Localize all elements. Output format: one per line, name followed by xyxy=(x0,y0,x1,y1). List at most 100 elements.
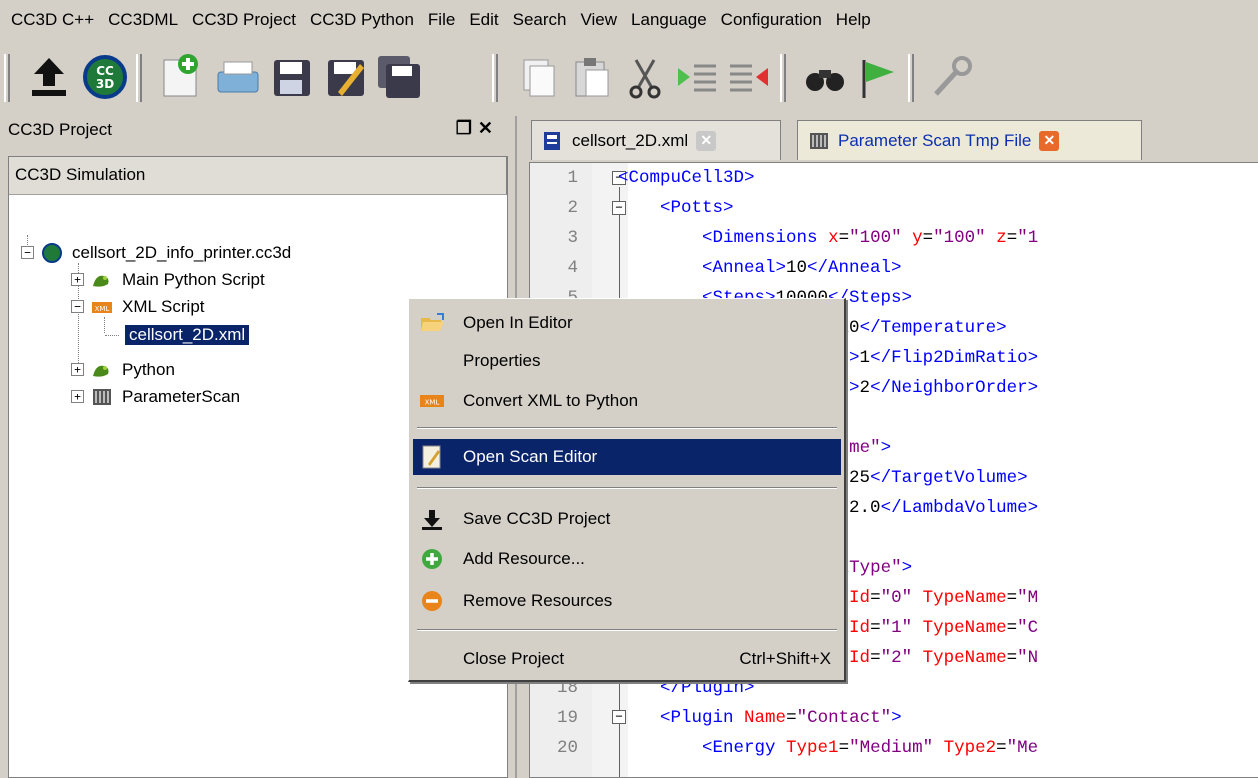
menu-item-label: Open In Editor xyxy=(463,313,573,332)
menu-item-add-resource[interactable]: Add Resource... xyxy=(413,541,841,577)
tree-root[interactable]: − cellsort_2D_info_printer.cc3d xyxy=(21,239,291,266)
tab-label: cellsort_2D.xml xyxy=(572,130,689,150)
toolbar-separator xyxy=(4,54,10,102)
menu-edit[interactable]: Edit xyxy=(464,0,507,40)
panel-float-close-icon[interactable]: ❐✕ xyxy=(456,118,499,139)
cc3d-file-icon xyxy=(42,242,62,263)
save-as-icon[interactable] xyxy=(320,52,370,102)
save-icon[interactable] xyxy=(266,52,316,102)
code-line: 2 <Potts> xyxy=(567,198,734,218)
menu-item-label: Add Resource... xyxy=(463,549,585,568)
menu-item-label: Remove Resources xyxy=(463,591,613,610)
cut-icon[interactable] xyxy=(620,52,670,102)
toolbar-separator xyxy=(136,54,142,102)
remove-icon xyxy=(419,589,445,613)
new-file-icon[interactable] xyxy=(156,52,206,102)
xml-icon: XML xyxy=(92,301,112,313)
expand-icon[interactable]: + xyxy=(71,390,84,403)
toolbar-separator xyxy=(908,54,914,102)
code-line: 20 <Energy Type1="Medium" Type2="Me xyxy=(556,738,1039,758)
flag-icon[interactable] xyxy=(852,52,902,102)
close-icon[interactable]: ✕ xyxy=(1039,130,1060,151)
menu-item-label: Open Scan Editor xyxy=(463,447,598,466)
xml-icon: XML xyxy=(419,389,445,413)
print-icon[interactable] xyxy=(212,52,262,102)
close-icon[interactable]: ✕ xyxy=(696,130,717,151)
python-icon xyxy=(93,275,109,287)
code-line: 3 <Dimensions x="100" y="100" z="1 xyxy=(567,228,1039,248)
menu-item-open-in-editor[interactable]: Open In Editor xyxy=(413,305,841,341)
menu-item-convert-xml[interactable]: XML Convert XML to Python xyxy=(413,383,841,419)
menu-item-open-scan-editor[interactable]: Open Scan Editor xyxy=(413,439,841,475)
svg-text:CC: CC xyxy=(96,64,114,78)
folder-open-icon xyxy=(419,311,445,335)
editor-tabs: cellsort_2D.xml ✕ Parameter Scan Tmp Fil… xyxy=(517,116,1258,160)
binoculars-icon[interactable] xyxy=(800,52,850,102)
upload-icon[interactable] xyxy=(24,52,74,102)
tree-item-label: Python xyxy=(122,359,175,379)
menu-help[interactable]: Help xyxy=(831,0,880,40)
menu-item-label: Convert XML to Python xyxy=(463,391,639,410)
svg-text:3D: 3D xyxy=(96,77,114,91)
expand-icon[interactable]: + xyxy=(71,363,84,376)
tree-header[interactable]: CC3D Simulation xyxy=(9,157,507,195)
save-all-icon[interactable] xyxy=(374,52,424,102)
download-icon xyxy=(419,507,445,531)
paste-icon[interactable] xyxy=(566,52,616,102)
menu-cc3d-python[interactable]: CC3D Python xyxy=(305,0,423,40)
collapse-icon[interactable]: − xyxy=(21,246,34,259)
tree-item-label: cellsort_2D.xml xyxy=(125,324,250,345)
tree-item-label: Main Python Script xyxy=(122,269,265,289)
toolbar-separator xyxy=(780,54,786,102)
menu-item-save-project[interactable]: Save CC3D Project xyxy=(413,501,841,537)
tree-item-label: XML Script xyxy=(122,296,205,316)
code-line: 4 <Anneal>10</Anneal> xyxy=(567,258,902,278)
menu-item-close-project[interactable]: Close Project Ctrl+Shift+X xyxy=(413,641,841,677)
tree-item-main-python-script[interactable]: + Main Python Script xyxy=(71,266,265,293)
panel-title: CC3D Project xyxy=(8,120,112,139)
menu-search[interactable]: Search xyxy=(508,0,576,40)
parameter-scan-icon xyxy=(810,132,828,149)
edit-document-icon xyxy=(419,445,445,469)
python-icon xyxy=(93,365,109,377)
menu-item-properties[interactable]: Properties xyxy=(413,343,841,379)
collapse-icon[interactable]: − xyxy=(71,300,84,313)
shortcut-label: Ctrl+Shift+X xyxy=(739,649,831,668)
menu-language[interactable]: Language xyxy=(626,0,716,40)
menu-item-label: Properties xyxy=(463,351,541,370)
menu-cc3dml[interactable]: CC3DML xyxy=(103,0,187,40)
menu-separator xyxy=(417,629,837,631)
unindent-icon[interactable] xyxy=(724,52,774,102)
menu-separator xyxy=(417,427,837,429)
tab-parameter-scan-tmp[interactable]: Parameter Scan Tmp File ✕ xyxy=(797,120,1142,160)
tab-label: Parameter Scan Tmp File xyxy=(838,130,1032,150)
svg-text:XML: XML xyxy=(425,399,440,407)
menu-cc3d-cpp[interactable]: CC3D C++ xyxy=(6,0,103,40)
copy-icon[interactable] xyxy=(512,52,562,102)
context-menu: Open In Editor Properties XML Convert XM… xyxy=(408,298,846,682)
file-icon xyxy=(544,131,560,150)
menu-item-label: Save CC3D Project xyxy=(463,509,611,528)
menu-file[interactable]: File xyxy=(423,0,464,40)
tree-item-xml-script[interactable]: − XML XML Script xyxy=(71,293,205,320)
cc3d-logo-icon[interactable]: CC 3D xyxy=(80,52,130,102)
expand-icon[interactable]: + xyxy=(71,273,84,286)
menu-item-label: Close Project xyxy=(463,649,565,668)
menu-separator xyxy=(417,487,837,489)
tree-item-xml-file[interactable]: cellsort_2D.xml xyxy=(125,321,250,348)
menu-view[interactable]: View xyxy=(575,0,626,40)
menu-cc3d-project[interactable]: CC3D Project xyxy=(187,0,305,40)
tree-item-label: ParameterScan xyxy=(122,386,241,406)
indent-icon[interactable] xyxy=(672,52,722,102)
menu-configuration[interactable]: Configuration xyxy=(716,0,831,40)
tree-root-label: cellsort_2D_info_printer.cc3d xyxy=(72,242,292,262)
wrench-icon[interactable] xyxy=(926,52,976,102)
tab-cellsort-xml[interactable]: cellsort_2D.xml ✕ xyxy=(531,120,781,160)
add-icon xyxy=(419,547,445,571)
code-line: 19 <Plugin Name="Contact"> xyxy=(556,708,902,728)
tree-item-parameter-scan[interactable]: + ParameterScan xyxy=(71,383,240,410)
menu-bar: CC3D C++ CC3DML CC3D Project CC3D Python… xyxy=(0,0,1258,40)
toolbar-separator xyxy=(492,54,498,102)
menu-item-remove-resources[interactable]: Remove Resources xyxy=(413,583,841,619)
tree-item-python[interactable]: + Python xyxy=(71,356,175,383)
